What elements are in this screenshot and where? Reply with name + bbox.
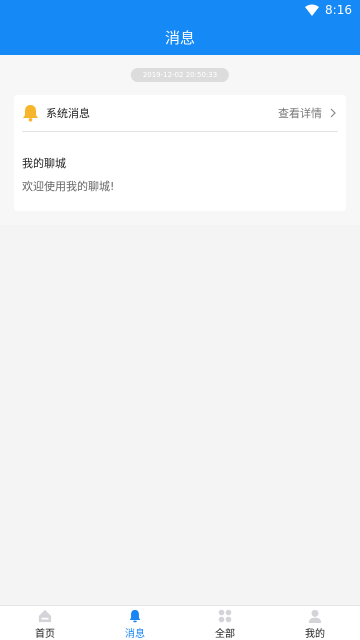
user-icon [308, 609, 322, 623]
status-time: 8:16 [325, 3, 352, 17]
grid-icon [218, 609, 232, 623]
message-timestamp: 2019-12-02 20:50:33 [130, 68, 230, 82]
message-list: 2019-12-02 20:50:33 系统消息 查看详情 我的聊城 欢迎使用我… [0, 55, 360, 225]
system-message-card[interactable]: 系统消息 查看详情 我的聊城 欢迎使用我的聊城! [14, 95, 346, 211]
bell-icon [23, 105, 38, 122]
message-body: 欢迎使用我的聊城! [22, 180, 115, 193]
tab-messages-label: 消息 [125, 629, 145, 640]
message-subject: 我的聊城 [22, 157, 66, 170]
tab-home-label: 首页 [35, 629, 55, 640]
home-icon [38, 609, 52, 623]
card-header: 系统消息 查看详情 [22, 95, 338, 132]
tab-all[interactable]: 全部 [180, 606, 270, 640]
view-details-label: 查看详情 [278, 107, 322, 120]
tab-mine-label: 我的 [305, 629, 325, 640]
page-title: 消息 [164, 29, 195, 47]
app-bar: 消息 [0, 20, 360, 55]
status-bar: 8:16 [0, 0, 360, 20]
chevron-right-icon [330, 108, 336, 118]
tab-home[interactable]: 首页 [0, 606, 90, 640]
view-details-link[interactable]: 查看详情 [278, 105, 338, 121]
tab-mine[interactable]: 我的 [270, 606, 360, 640]
bottom-tab-bar: 首页 消息 全部 我的 [0, 605, 360, 640]
tab-messages[interactable]: 消息 [90, 606, 180, 640]
bell-icon [129, 609, 141, 623]
wifi-icon [305, 4, 320, 16]
card-title: 系统消息 [46, 107, 90, 120]
tab-all-label: 全部 [215, 629, 235, 640]
